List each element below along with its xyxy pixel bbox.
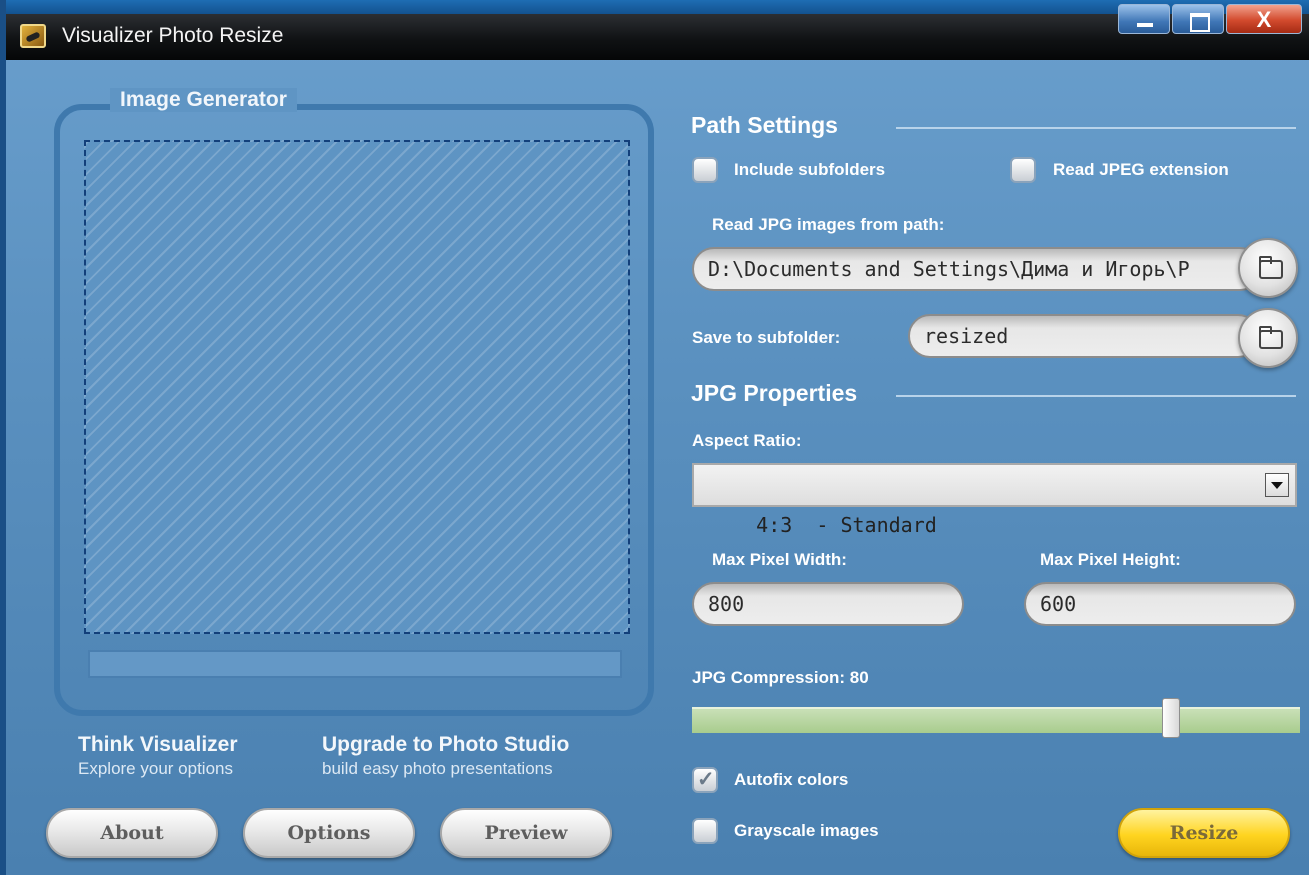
promo-heading: Upgrade to Photo Studio — [322, 733, 570, 756]
app-logo-icon — [20, 24, 46, 48]
about-button[interactable]: About — [46, 808, 218, 858]
jpg-properties-title: JPG Properties — [691, 380, 858, 406]
window-top-strip — [6, 0, 1309, 14]
promo-subtext: Explore your options — [78, 759, 233, 778]
max-height-input[interactable]: 600 — [1024, 582, 1296, 626]
app-window: Visualizer Photo Resize X Image Generato… — [0, 0, 1309, 875]
aspect-ratio-label: Aspect Ratio: — [692, 431, 802, 450]
window-controls: X — [1118, 4, 1306, 36]
image-preview-area[interactable] — [84, 140, 630, 634]
jpg-compression-slider[interactable] — [692, 707, 1300, 733]
read-path-label: Read JPG images from path: — [712, 215, 945, 234]
maximize-button[interactable] — [1172, 4, 1224, 34]
save-subfolder-label: Save to subfolder: — [692, 328, 841, 347]
max-width-label: Max Pixel Width: — [712, 550, 847, 569]
section-divider — [896, 395, 1296, 397]
preview-button[interactable]: Preview — [440, 808, 612, 858]
aspect-ratio-value: 4:3 - Standard — [756, 513, 937, 537]
think-visualizer-promo[interactable]: Think Visualizer Explore your options — [78, 733, 238, 779]
read-jpeg-extension-label: Read JPEG extension — [1053, 160, 1229, 179]
options-button[interactable]: Options — [243, 808, 415, 858]
section-divider — [896, 127, 1296, 129]
close-icon: X — [1256, 7, 1272, 32]
title-bar[interactable]: Visualizer Photo Resize — [6, 14, 1309, 60]
browse-read-path-folder-icon[interactable] — [1238, 238, 1298, 298]
promo-subtext: build easy photo presentations — [322, 759, 553, 778]
max-width-input[interactable]: 800 — [692, 582, 964, 626]
image-generator-title: Image Generator — [110, 88, 297, 112]
chevron-down-icon[interactable] — [1265, 473, 1289, 497]
path-settings-title: Path Settings — [691, 112, 838, 138]
include-subfolders-checkbox[interactable] — [692, 157, 718, 183]
autofix-colors-label: Autofix colors — [734, 770, 849, 789]
promo-heading: Think Visualizer — [78, 733, 238, 756]
autofix-colors-checkbox[interactable] — [692, 767, 718, 793]
read-jpeg-extension-checkbox[interactable] — [1010, 157, 1036, 183]
include-subfolders-label: Include subfolders — [734, 160, 886, 179]
max-height-label: Max Pixel Height: — [1040, 550, 1181, 569]
aspect-ratio-select[interactable]: 4:3 - Standard — [692, 463, 1297, 537]
minimize-button[interactable] — [1118, 4, 1170, 34]
resize-button[interactable]: Resize — [1118, 808, 1290, 858]
upgrade-photo-studio-promo[interactable]: Upgrade to Photo Studio build easy photo… — [322, 733, 569, 779]
slider-thumb[interactable] — [1162, 698, 1180, 738]
window-title: Visualizer Photo Resize — [62, 24, 284, 47]
save-subfolder-input[interactable]: resized — [908, 314, 1260, 358]
read-path-input[interactable]: D:\Documents and Settings\Дима и Игорь\Р — [692, 247, 1262, 291]
grayscale-images-label: Grayscale images — [734, 821, 879, 840]
jpg-compression-label: JPG Compression: 80 — [692, 668, 869, 687]
close-button[interactable]: X — [1226, 4, 1302, 34]
progress-bar — [88, 650, 622, 678]
browse-save-folder-icon[interactable] — [1238, 308, 1298, 368]
grayscale-images-checkbox[interactable] — [692, 818, 718, 844]
